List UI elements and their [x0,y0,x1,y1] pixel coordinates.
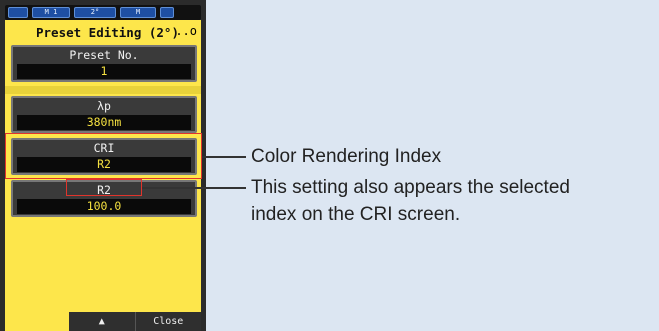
status-mode: M [120,7,156,18]
r2-callout-line1: This setting also appears the selected [251,177,570,198]
cri-callout: Color Rendering Index [251,146,442,167]
preset-no-field[interactable]: Preset No. 1 [11,45,197,82]
card-icon [160,7,174,18]
status-memory: M 1 [32,7,70,18]
section-divider [5,86,201,94]
preset-no-value: 1 [17,64,191,79]
r2-callout-line2: index on the CRI screen. [251,204,461,225]
status-bar: M 1 2° M [5,5,201,20]
lambda-p-label: λp [97,99,111,113]
battery-icon [8,7,28,18]
preset-no-label: Preset No. [69,48,139,62]
r2-leader-line [142,187,246,189]
close-button[interactable]: Close [134,312,202,331]
cri-leader-line [202,156,246,158]
page-indicator: ..o [175,24,197,38]
r2-value: 100.0 [17,199,191,214]
footer-bar: ▲ Close [69,312,201,331]
cri-highlight [5,133,202,179]
lambda-p-field[interactable]: λp 380nm [11,96,197,133]
up-button[interactable]: ▲ [69,312,135,331]
r2-label-highlight [66,179,142,196]
status-angle: 2° [74,7,116,18]
screen-title-text: Preset Editing (2°) [36,25,179,40]
lambda-p-value: 380nm [17,115,191,130]
screen-title: Preset Editing (2°) [5,22,201,44]
